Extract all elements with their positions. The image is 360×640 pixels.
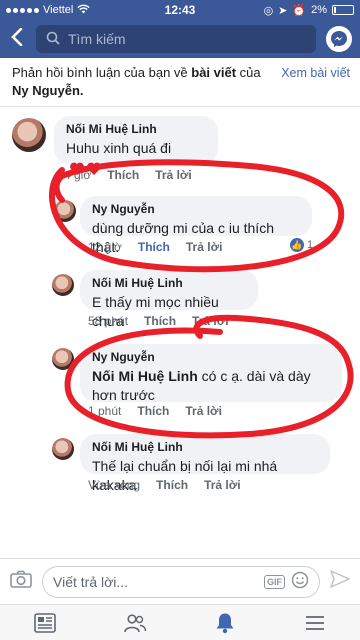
- reply-notice: Phản hồi bình luận của bạn về bài viết c…: [12, 64, 350, 100]
- like-button[interactable]: Thích: [107, 168, 139, 182]
- avatar[interactable]: [52, 438, 74, 460]
- comment-bubble: Nối Mi Huệ Linh E thấy mi mọc nhiều chưa: [80, 270, 258, 329]
- comment-text-content: Huhu xinh quá đi: [66, 140, 172, 156]
- top-bar: Viettel 12:43 ◎ ➤ ⏰ 2% Tìm kiếm: [0, 0, 360, 58]
- divider: [0, 106, 360, 107]
- comment-actions: 1 phút Thích Trả lời: [88, 404, 222, 418]
- notice-post-link[interactable]: bài viết: [191, 65, 236, 80]
- comment-author[interactable]: Nối Mi Huệ Linh: [66, 122, 206, 136]
- back-chevron-icon[interactable]: [8, 27, 26, 50]
- reply-bar: Viết trả lời... GIF: [0, 558, 360, 604]
- clock: 12:43: [164, 3, 196, 17]
- comment-actions: 12 giờ Thích Trả lời: [88, 240, 222, 254]
- bottom-tab-bar: [0, 604, 360, 640]
- messenger-icon[interactable]: [326, 26, 352, 52]
- send-icon[interactable]: [330, 570, 350, 593]
- comment-author[interactable]: Nối Mi Huệ Linh: [92, 440, 318, 454]
- reply-button[interactable]: Trả lời: [186, 240, 223, 254]
- camera-icon[interactable]: [10, 570, 32, 593]
- reply-button[interactable]: Trả lời: [155, 168, 192, 182]
- search-placeholder: Tìm kiếm: [68, 31, 126, 47]
- comment-time: 58 phút: [88, 314, 129, 328]
- comment-time: 4 giờ: [64, 168, 92, 182]
- comment-author[interactable]: Nối Mi Huệ Linh: [92, 276, 246, 290]
- avatar[interactable]: [12, 118, 46, 152]
- comment-time: Vừa xong: [88, 478, 141, 492]
- comment-time: 1 phút: [88, 404, 122, 418]
- comment-bubble: Nối Mi Huệ Linh Huhu xinh quá đi: [54, 116, 218, 175]
- comment-bubble: Ny Nguyễn Nối Mi Huệ Linh có c ạ. dài và…: [80, 344, 342, 405]
- comment-author[interactable]: Ny Nguyễn: [92, 350, 330, 364]
- news-feed-icon[interactable]: [25, 608, 65, 638]
- comment-actions: 4 giờ Thích Trả lời: [64, 168, 192, 182]
- comment-time: 12 giờ: [88, 240, 122, 254]
- reply-button[interactable]: Trả lời: [204, 478, 241, 492]
- reply-button[interactable]: Trả lời: [192, 314, 229, 328]
- like-button[interactable]: Thích: [156, 478, 188, 492]
- like-button[interactable]: Thích: [138, 240, 170, 254]
- like-count-value: 1: [307, 239, 314, 251]
- nav-row: Tìm kiếm: [0, 20, 360, 58]
- search-input[interactable]: Tìm kiếm: [36, 25, 316, 53]
- comment-text: Nối Mi Huệ Linh có c ạ. dài và dày hơn t…: [92, 367, 330, 405]
- avatar[interactable]: [52, 274, 74, 296]
- notice-text-mid: của: [236, 65, 261, 80]
- comment-actions: Vừa xong Thích Trả lời: [88, 478, 241, 492]
- thumbs-up-icon: 👍: [290, 238, 304, 252]
- comment-bubble: Ny Nguyễn dùng dưỡng mi của c iu thích t…: [80, 196, 312, 255]
- avatar[interactable]: [54, 200, 76, 222]
- emoji-icon[interactable]: [291, 571, 309, 592]
- gif-button[interactable]: GIF: [264, 574, 285, 589]
- comment-bubble: Nối Mi Huệ Linh Thế lại chuẩn bị nối lại…: [80, 434, 330, 493]
- search-icon: [46, 31, 60, 48]
- notifications-bell-icon[interactable]: [205, 608, 245, 638]
- reply-placeholder: Viết trả lời...: [53, 573, 129, 590]
- reply-button[interactable]: Trả lời: [185, 404, 222, 418]
- notice-author[interactable]: Ny Nguyễn.: [12, 83, 84, 98]
- view-post-link[interactable]: Xem bài viết: [281, 64, 350, 82]
- like-count[interactable]: 👍 1: [290, 238, 313, 252]
- mention-link[interactable]: Nối Mi Huệ Linh: [92, 368, 198, 384]
- friends-icon[interactable]: [115, 608, 155, 638]
- like-button[interactable]: Thích: [137, 404, 169, 418]
- like-button[interactable]: Thích: [144, 314, 176, 328]
- status-bar: Viettel 12:43 ◎ ➤ ⏰ 2%: [0, 0, 360, 20]
- notice-text: Phản hồi bình luận của bạn về: [12, 65, 192, 80]
- comment-author[interactable]: Ny Nguyễn: [92, 202, 300, 216]
- avatar[interactable]: [52, 348, 74, 370]
- comment-actions: 58 phút Thích Trả lời: [88, 314, 229, 328]
- reply-input[interactable]: Viết trả lời... GIF: [42, 565, 320, 598]
- battery-icon: [332, 5, 354, 15]
- menu-icon[interactable]: [295, 608, 335, 638]
